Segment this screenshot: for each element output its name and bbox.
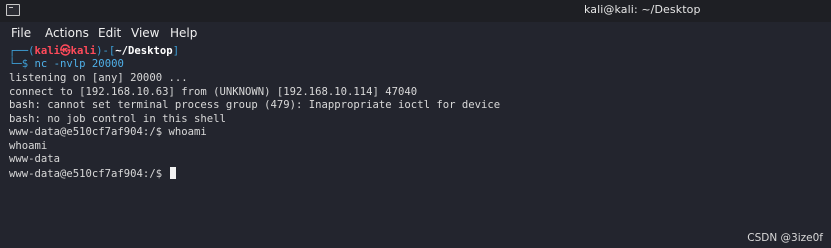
prompt-line-command: └─$ nc -nvlp 20000: [9, 58, 124, 71]
text-cursor: [170, 167, 177, 179]
menu-file[interactable]: File: [11, 26, 31, 40]
prompt-path: ~/Desktop: [115, 45, 173, 57]
prompt-frame: └─: [9, 58, 22, 70]
prompt-user: kali: [34, 45, 61, 57]
title-bar: kali@kali: ~/Desktop: [0, 0, 831, 22]
menu-actions[interactable]: Actions: [45, 26, 89, 40]
terminal-output[interactable]: ┌──(kali㉿kali)-[~/Desktop] └─$ nc -nvlp …: [0, 44, 831, 248]
prompt-frame: ]: [172, 45, 180, 57]
output-line: bash: cannot set terminal process group …: [9, 99, 501, 111]
terminal-icon[interactable]: [6, 4, 20, 16]
window-title: kali@kali: ~/Desktop: [584, 3, 701, 16]
prompt-dollar: $: [21, 58, 35, 70]
output-line: listening on [any] 20000 ...: [9, 72, 188, 84]
output-line-prompt: www-data@e510cf7af904:/$: [9, 167, 177, 181]
output-line: connect to [192.168.10.63] from (UNKNOWN…: [9, 86, 418, 98]
menu-view[interactable]: View: [131, 26, 159, 40]
menu-bar: File Actions Edit View Help: [0, 22, 831, 44]
watermark: CSDN @3ize0f: [747, 232, 823, 244]
prompt-at-symbol: ㉿: [60, 45, 71, 57]
output-line: www-data: [9, 153, 61, 165]
prompt-frame: ┌──(: [9, 45, 35, 57]
prompt-line-top: ┌──(kali㉿kali)-[~/Desktop]: [9, 45, 179, 58]
prompt-host: kali: [70, 45, 97, 57]
output-line: www-data@e510cf7af904:/$ whoami: [9, 126, 207, 138]
menu-edit[interactable]: Edit: [98, 26, 121, 40]
command-text: nc -nvlp 20000: [34, 58, 124, 70]
prompt-frame: )-[: [96, 45, 116, 57]
output-line: whoami: [9, 140, 48, 152]
shell-prompt: www-data@e510cf7af904:/$: [9, 168, 169, 180]
output-line: bash: no job control in this shell: [9, 113, 226, 125]
menu-help[interactable]: Help: [170, 26, 197, 40]
